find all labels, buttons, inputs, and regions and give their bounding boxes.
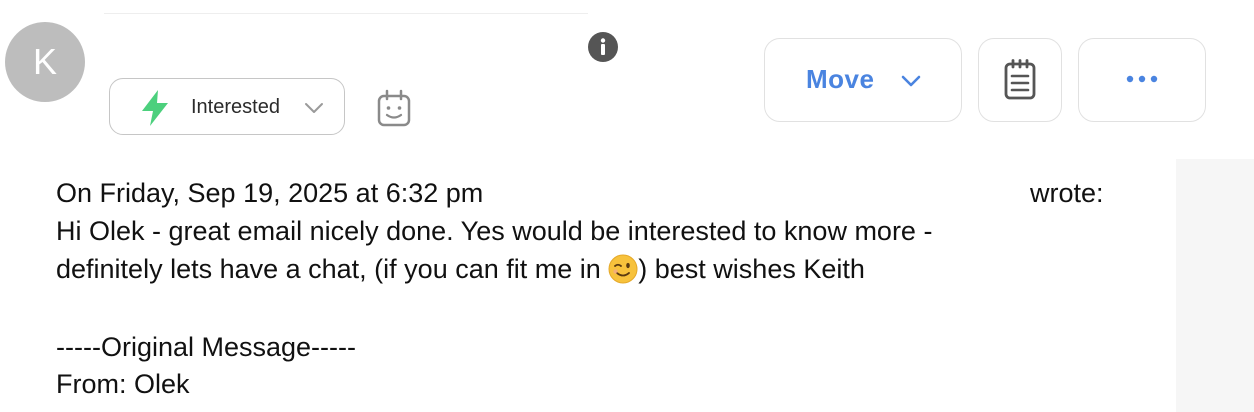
notepad-icon: [1004, 59, 1036, 100]
quoted-header-wrote: wrote:: [1030, 178, 1104, 208]
email-body-text: definitely lets have a chat, (if you can…: [56, 254, 609, 284]
more-options-button[interactable]: [1078, 38, 1206, 122]
chevron-down-icon: [305, 103, 323, 113]
info-icon[interactable]: [587, 31, 619, 63]
from-line: From: Olek: [56, 369, 190, 399]
status-dropdown[interactable]: Interested: [109, 78, 345, 135]
calendar-face-icon[interactable]: [376, 89, 412, 127]
status-label: Interested: [191, 96, 280, 118]
email-view: K Interested Move On Friday, Sep 19, 202…: [0, 0, 1254, 412]
quoted-header: On Friday, Sep 19, 2025 at 6:32 pm: [56, 178, 484, 208]
avatar[interactable]: K: [5, 22, 85, 102]
move-button-label: Move: [806, 64, 875, 94]
email-body-line: definitely lets have a chat, (if you can…: [56, 254, 865, 285]
side-panel: [1176, 159, 1254, 412]
lightning-bolt-icon: [142, 90, 168, 126]
winking-face-emoji-icon: [608, 254, 638, 284]
original-message-marker: -----Original Message-----: [56, 332, 357, 362]
chevron-down-icon: [901, 75, 921, 87]
email-body-text: ) best wishes Keith: [638, 254, 865, 284]
notes-button[interactable]: [978, 38, 1062, 122]
ellipsis-icon: [1126, 75, 1158, 83]
email-body-line: Hi Olek - great email nicely done. Yes w…: [56, 216, 933, 246]
move-button[interactable]: Move: [764, 38, 962, 122]
divider: [104, 13, 588, 14]
